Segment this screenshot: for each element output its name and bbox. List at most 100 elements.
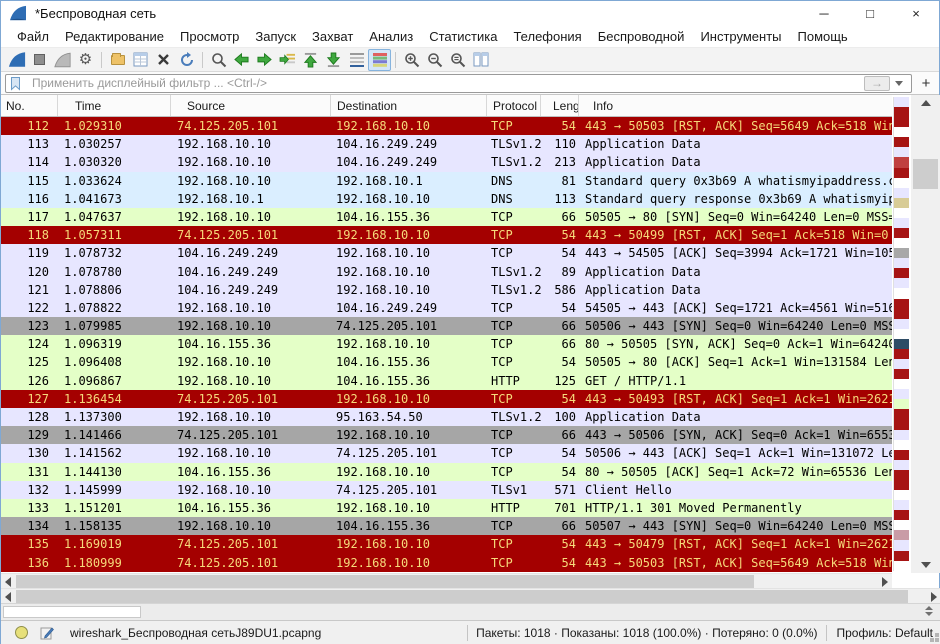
packet-row[interactable]: 1171.047637192.168.10.10104.16.155.36TCP… (1, 208, 892, 226)
zoom-out-icon[interactable] (423, 49, 446, 71)
packet-row[interactable]: 1131.030257192.168.10.10104.16.249.249TL… (1, 135, 892, 153)
open-file-icon[interactable] (106, 49, 129, 71)
column-header-protocol[interactable]: Protocol (487, 95, 541, 116)
column-header-destination[interactable]: Destination (331, 95, 487, 116)
expert-info-icon[interactable] (15, 626, 28, 639)
packet-row[interactable]: 1161.041673192.168.10.1192.168.10.10DNS1… (1, 190, 892, 208)
packet-row[interactable]: 1181.05731174.125.205.101192.168.10.10TC… (1, 226, 892, 244)
scroll-right-icon[interactable] (927, 589, 940, 604)
column-header-source[interactable]: Source (171, 95, 331, 116)
packet-row[interactable]: 1261.096867192.168.10.10104.16.155.36HTT… (1, 372, 892, 390)
packet-row[interactable]: 1351.16901974.125.205.101192.168.10.10TC… (1, 535, 892, 553)
close-button[interactable]: × (893, 1, 939, 25)
menu-item-6[interactable]: Анализ (361, 29, 421, 44)
apply-filter-button[interactable]: → (864, 76, 890, 91)
restart-capture-icon[interactable] (51, 49, 74, 71)
cell-info: 50506 → 443 [ACK] Seq=1 Ack=1 Win=131072… (579, 444, 892, 462)
packet-row[interactable]: 1201.078780104.16.249.249192.168.10.10TL… (1, 263, 892, 281)
zoom-normal-icon[interactable] (446, 49, 469, 71)
packet-row[interactable]: 1121.02931074.125.205.101192.168.10.10TC… (1, 117, 892, 135)
menu-item-5[interactable]: Захват (304, 29, 361, 44)
cell-len: 54 (541, 353, 579, 371)
menu-item-8[interactable]: Телефония (505, 29, 589, 44)
go-last-packet-icon[interactable] (322, 49, 345, 71)
horizontal-scroll-thumb[interactable] (16, 590, 908, 603)
column-header-length[interactable]: Length (541, 95, 579, 116)
packet-row[interactable]: 1361.18099974.125.205.101192.168.10.10TC… (1, 554, 892, 572)
packet-row[interactable]: 1291.14146674.125.205.101192.168.10.10TC… (1, 426, 892, 444)
packet-row[interactable]: 1271.13645474.125.205.101192.168.10.10TC… (1, 390, 892, 408)
vertical-scroll-thumb[interactable] (913, 159, 938, 189)
scroll-up-icon[interactable] (911, 95, 940, 111)
packet-row[interactable]: 1331.151201104.16.155.36192.168.10.10HTT… (1, 499, 892, 517)
column-header-info[interactable]: Info (579, 95, 892, 116)
packet-row[interactable]: 1301.141562192.168.10.1074.125.205.101TC… (1, 444, 892, 462)
filter-dropdown-icon[interactable] (892, 76, 906, 91)
go-forward-icon[interactable] (253, 49, 276, 71)
auto-scroll-icon[interactable] (345, 49, 368, 71)
minimize-button[interactable]: ─ (801, 1, 847, 25)
minimap-stripe (894, 258, 909, 268)
menu-item-10[interactable]: Инструменты (692, 29, 789, 44)
capture-comment-icon[interactable] (40, 626, 54, 640)
filter-bookmark-icon[interactable] (8, 76, 23, 91)
go-to-packet-icon[interactable] (276, 49, 299, 71)
packet-row[interactable]: 1211.078806104.16.249.249192.168.10.10TL… (1, 281, 892, 299)
colorize-packets-icon[interactable] (368, 49, 391, 71)
stop-capture-icon[interactable] (28, 49, 51, 71)
zoom-in-icon[interactable] (400, 49, 423, 71)
packet-row[interactable]: 1221.078822192.168.10.10104.16.249.249TC… (1, 299, 892, 317)
add-filter-button[interactable]: + (917, 74, 935, 93)
start-capture-icon[interactable] (5, 49, 28, 71)
profile-label[interactable]: Профиль: Default (831, 626, 940, 640)
horizontal-scrollbar-pane[interactable] (1, 588, 940, 603)
go-first-packet-icon[interactable] (299, 49, 322, 71)
resize-columns-icon[interactable] (469, 49, 492, 71)
packet-row[interactable]: 1141.030320192.168.10.10104.16.249.249TL… (1, 153, 892, 171)
menu-item-1[interactable]: Файл (9, 29, 57, 44)
menu-item-11[interactable]: Помощь (790, 29, 856, 44)
cell-time: 1.144130 (58, 463, 171, 481)
horizontal-scroll-thumb[interactable] (16, 575, 754, 588)
menu-item-9[interactable]: Беспроводной (590, 29, 693, 44)
save-file-icon[interactable] (129, 49, 152, 71)
vertical-scrollbar[interactable] (911, 95, 940, 573)
resize-grip[interactable] (935, 638, 939, 642)
menu-item-2[interactable]: Редактирование (57, 29, 172, 44)
pane-spinner[interactable] (925, 606, 933, 616)
display-filter-input[interactable] (5, 74, 912, 93)
packet-row[interactable]: 1251.096408192.168.10.10104.16.155.36TCP… (1, 353, 892, 371)
go-back-icon[interactable] (230, 49, 253, 71)
column-header-time[interactable]: Time (58, 95, 171, 116)
menu-item-3[interactable]: Просмотр (172, 29, 247, 44)
packet-row[interactable]: 1151.033624192.168.10.10192.168.10.1DNS8… (1, 172, 892, 190)
capture-file-name[interactable]: wireshark_Беспроводная сетьJ89DU1.pcapng (70, 626, 463, 640)
cell-dst: 74.125.205.101 (331, 444, 487, 462)
packet-row[interactable]: 1321.145999192.168.10.1074.125.205.101TL… (1, 481, 892, 499)
collapsed-pane-strip (1, 603, 940, 620)
packet-row[interactable]: 1191.078732104.16.249.249192.168.10.10TC… (1, 244, 892, 262)
packet-row[interactable]: 1341.158135192.168.10.10104.16.155.36TCP… (1, 517, 892, 535)
packet-row[interactable]: 1231.079985192.168.10.1074.125.205.101TC… (1, 317, 892, 335)
cell-info: 50505 → 80 [ACK] Seq=1 Ack=1 Win=131584 … (579, 353, 892, 371)
cell-info: 443 → 50503 [RST, ACK] Seq=5649 Ack=518 … (579, 117, 892, 135)
column-header-no[interactable]: No. (1, 95, 58, 116)
menu-item-7[interactable]: Статистика (421, 29, 505, 44)
minimap-stripe (894, 369, 909, 379)
maximize-button[interactable]: □ (847, 1, 893, 25)
menu-item-4[interactable]: Запуск (247, 29, 304, 44)
scroll-left-icon[interactable] (1, 589, 15, 604)
capture-options-icon[interactable]: ⚙ (74, 49, 97, 71)
packet-row[interactable]: 1241.096319104.16.155.36192.168.10.10TCP… (1, 335, 892, 353)
scroll-down-icon[interactable] (911, 557, 940, 573)
close-file-icon[interactable] (152, 49, 175, 71)
find-packet-icon[interactable] (207, 49, 230, 71)
packet-row[interactable]: 1281.137300192.168.10.1095.163.54.50TLSv… (1, 408, 892, 426)
scroll-right-icon[interactable] (878, 574, 892, 589)
horizontal-scrollbar-list[interactable] (1, 573, 892, 588)
minimap-stripe (894, 168, 909, 178)
packet-row[interactable]: 1311.144130104.16.155.36192.168.10.10TCP… (1, 463, 892, 481)
reload-file-icon[interactable] (175, 49, 198, 71)
cell-len: 66 (541, 426, 579, 444)
scroll-left-icon[interactable] (1, 574, 15, 589)
